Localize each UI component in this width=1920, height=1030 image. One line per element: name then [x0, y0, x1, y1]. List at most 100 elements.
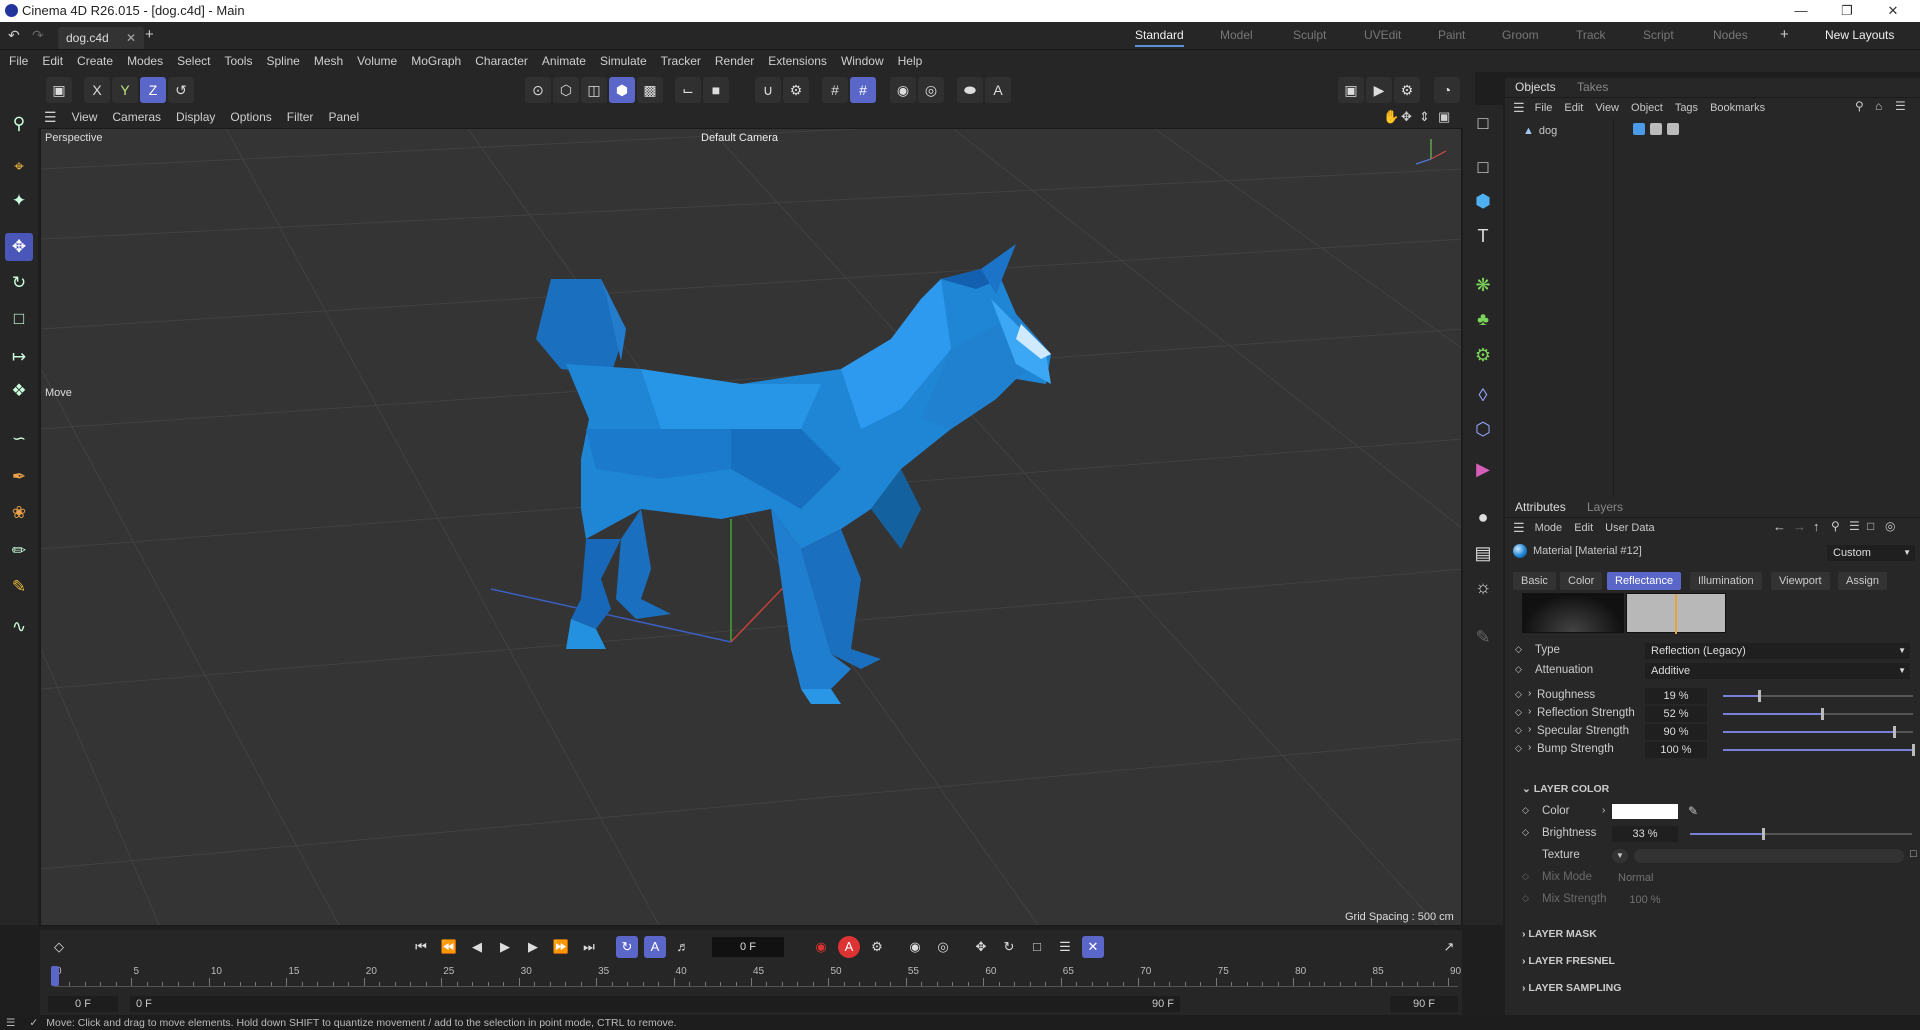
tab-objects[interactable]: Objects [1515, 80, 1556, 94]
menu-spline[interactable]: Spline [266, 54, 299, 68]
phong-tag-icon[interactable] [1667, 123, 1679, 135]
mat-tab-reflectance[interactable]: Reflectance [1607, 572, 1682, 590]
render-picture-viewer-icon[interactable]: ▶ [1366, 77, 1392, 103]
redo-icon[interactable]: ↷ [32, 27, 44, 44]
spline-tool-icon[interactable]: ∽ [5, 425, 33, 453]
axis-mode-icon[interactable]: ⌙ [675, 77, 701, 103]
layer-color-section[interactable]: ⌄ LAYER COLOR [1522, 783, 1609, 795]
deformer-icon[interactable]: ⚙ [1469, 341, 1497, 369]
viewport-hamburger-icon[interactable]: ☰ [44, 109, 57, 126]
next-key-icon[interactable]: ⏩ [550, 936, 572, 958]
sound-icon[interactable]: ♬ [672, 936, 694, 958]
layout-sculpt[interactable]: Sculpt [1293, 28, 1326, 42]
attenuation-dropdown[interactable]: Additive ▼ [1645, 663, 1910, 679]
obj-menu-bookmarks[interactable]: Bookmarks [1710, 102, 1765, 114]
pla-key-icon[interactable]: ✕ [1082, 936, 1104, 958]
attr-search-icon[interactable]: ⚲ [1831, 519, 1840, 533]
camera-icon[interactable]: ▤ [1469, 539, 1497, 567]
layer-sampling-section[interactable]: › LAYER SAMPLING [1522, 982, 1621, 994]
animation-mode-icon[interactable]: A [985, 77, 1011, 103]
attr-menu-edit[interactable]: Edit [1574, 522, 1593, 534]
graph-editor-icon[interactable]: ↗ [1438, 936, 1460, 958]
mat-tab-viewport[interactable]: Viewport [1771, 572, 1830, 590]
scale-key-icon[interactable]: □ [1026, 936, 1048, 958]
keyframe-diamond-icon[interactable]: ◇ [1515, 725, 1522, 736]
texture-mode-icon[interactable]: ■ [703, 77, 729, 103]
mat-tab-basic[interactable]: Basic [1513, 572, 1556, 590]
render-settings-icon[interactable]: ⚙ [1394, 77, 1420, 103]
points-mode-icon[interactable]: ⊙ [525, 77, 551, 103]
prev-frame-icon[interactable]: ◀ [466, 936, 488, 958]
zoom-view-icon[interactable]: ⇕ [1419, 109, 1430, 125]
auto-record-icon[interactable]: A [838, 936, 860, 958]
go-to-end-icon[interactable]: ⏭ [578, 936, 600, 958]
text-icon[interactable]: T [1469, 222, 1497, 250]
bump-strength-slider[interactable] [1723, 749, 1913, 751]
menu-modes[interactable]: Modes [127, 54, 163, 68]
layer-preview[interactable] [1626, 593, 1726, 634]
lock-icon[interactable]: □ [1867, 519, 1874, 533]
layout-standard[interactable]: Standard [1135, 28, 1184, 47]
next-frame-icon[interactable]: ▶ [522, 936, 544, 958]
menu-animate[interactable]: Animate [542, 54, 586, 68]
mograph-tools-icon[interactable]: ❀ [5, 499, 33, 527]
keyframe-icon[interactable]: ◇ [48, 936, 70, 958]
eyedropper-icon[interactable]: ✎ [1688, 804, 1698, 818]
add-tab-icon[interactable]: + [145, 26, 154, 43]
chevron-right-icon[interactable]: › [1602, 805, 1605, 816]
menu-file[interactable]: File [9, 54, 28, 68]
layer-mask-section[interactable]: › LAYER MASK [1522, 928, 1597, 940]
brightness-slider-knob[interactable] [1762, 828, 1766, 840]
measure-tool-icon[interactable]: ✎ [5, 573, 33, 601]
attr-filter-icon[interactable]: ☰ [1849, 519, 1860, 533]
type-dropdown[interactable]: Reflection (Legacy) ▼ [1645, 643, 1910, 659]
bump-strength-input[interactable]: 100 % [1645, 742, 1707, 758]
parametric-icon[interactable]: ⬬ [957, 77, 983, 103]
scene-node-icon[interactable]: ▶ [1469, 455, 1497, 483]
bump-strength-slider-knob[interactable] [1912, 744, 1915, 756]
tab-document[interactable]: dog.c4d ✕ [58, 27, 145, 49]
render-view-icon[interactable]: ▣ [1338, 77, 1364, 103]
cube-icon[interactable]: ⬢ [1469, 187, 1497, 215]
transfer-tool-icon[interactable]: ↦ [5, 343, 33, 371]
dog-model[interactable] [536, 244, 1051, 704]
keyframe-diamond-icon[interactable]: ◇ [1515, 664, 1522, 675]
workplane-icon[interactable]: # [850, 77, 876, 103]
objects-search-icon[interactable]: ⚲ [1855, 99, 1864, 113]
model-mode-icon[interactable]: ▣ [46, 77, 72, 103]
menu-mesh[interactable]: Mesh [314, 54, 343, 68]
reflection-strength-input[interactable]: 52 % [1645, 706, 1707, 722]
range-end-field[interactable]: 90 F [1130, 996, 1180, 1012]
motion-clip-icon[interactable]: ◎ [932, 936, 954, 958]
param-key-icon[interactable]: ☰ [1054, 936, 1076, 958]
add-layout-icon[interactable]: + [1780, 26, 1789, 43]
menu-window[interactable]: Window [841, 54, 884, 68]
texture-dropdown-icon[interactable]: ▼ [1612, 849, 1628, 863]
search-icon[interactable]: ⚲ [5, 110, 33, 138]
obj-menu-view[interactable]: View [1595, 102, 1619, 114]
reflection-strength-slider[interactable] [1723, 713, 1913, 715]
menu-edit[interactable]: Edit [42, 54, 63, 68]
keyframe-diamond-icon[interactable]: ◇ [1522, 827, 1529, 838]
attr-menu-mode[interactable]: Mode [1535, 522, 1563, 534]
mat-tab-color[interactable]: Color [1560, 572, 1603, 590]
rotate-tool-icon[interactable]: ↻ [5, 269, 33, 297]
vp-menu-display[interactable]: Display [176, 110, 215, 124]
viewport-camera-label[interactable]: Default Camera [701, 132, 778, 144]
go-to-start-icon[interactable]: ⏮ [410, 936, 432, 958]
coordinate-system-icon[interactable]: ↺ [168, 77, 194, 103]
autokey-icon[interactable]: A [644, 936, 666, 958]
end-frame-field[interactable]: 90 F [1390, 996, 1458, 1012]
timeline-ruler[interactable]: 051015202530354045505560657075808590 [51, 966, 1461, 994]
roughness-slider[interactable] [1723, 695, 1913, 697]
texture-tag-icon[interactable] [1650, 123, 1662, 135]
menu-create[interactable]: Create [77, 54, 113, 68]
undo-icon[interactable]: ↶ [8, 27, 20, 44]
obj-menu-object[interactable]: Object [1631, 102, 1663, 114]
redshift-icon[interactable]: ◔ [1434, 77, 1460, 103]
camera-object-icon[interactable]: □ [1469, 109, 1497, 137]
y-axis-lock-button[interactable]: Y [112, 77, 138, 103]
mat-tab-assign[interactable]: Assign [1838, 572, 1888, 590]
menu-tracker[interactable]: Tracker [661, 54, 701, 68]
chevron-right-icon[interactable]: › [1528, 742, 1531, 753]
